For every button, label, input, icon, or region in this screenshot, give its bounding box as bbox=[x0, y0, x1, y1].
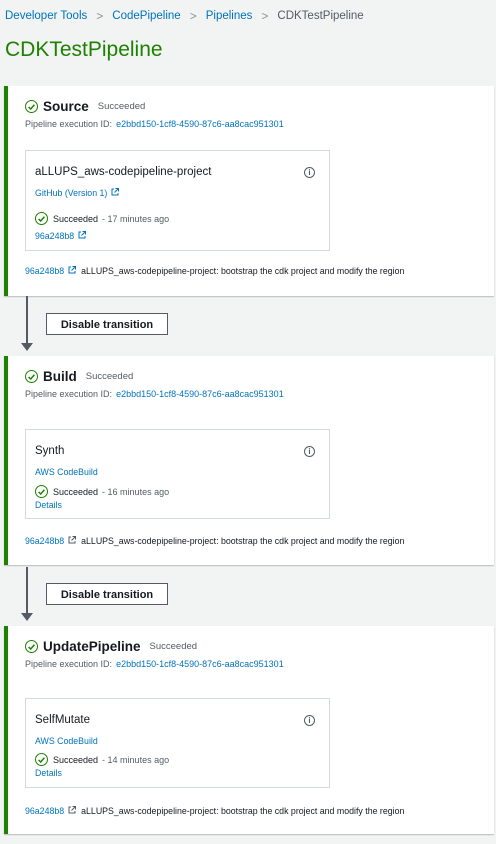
breadcrumb-developer-tools[interactable]: Developer Tools bbox=[5, 10, 87, 22]
arrow-down-icon bbox=[21, 613, 33, 621]
success-check-icon bbox=[25, 100, 38, 113]
stage-status: Succeeded bbox=[85, 371, 134, 382]
action-time: - 14 minutes ago bbox=[102, 754, 170, 765]
action-status-text: Succeeded bbox=[53, 754, 99, 765]
page-title: CDKTestPipeline bbox=[5, 38, 163, 61]
commit-summary: 96a248b8 aLLUPS_aws-codepipeline-project… bbox=[25, 536, 404, 546]
action-status: Succeeded - 17 minutes ago bbox=[35, 212, 169, 225]
breadcrumb-separator: > bbox=[96, 9, 104, 23]
commit-summary: 96a248b8 aLLUPS_aws-codepipeline-project… bbox=[25, 806, 404, 816]
stage-updatepipeline: UpdatePipeline Succeeded Pipeline execut… bbox=[4, 626, 494, 834]
action-card: SelfMutate i AWS CodeBuild Succeeded - 1… bbox=[25, 698, 330, 788]
success-check-icon bbox=[25, 640, 38, 653]
action-card: aLLUPS_aws-codepipeline-project i GitHub… bbox=[25, 150, 330, 251]
breadcrumb-current-pipeline: CDKTestPipeline bbox=[277, 10, 364, 22]
commit-message: aLLUPS_aws-codepipeline-project: bootstr… bbox=[81, 266, 405, 276]
action-provider-link[interactable]: GitHub (Version 1) bbox=[35, 188, 120, 198]
breadcrumb-separator: > bbox=[189, 9, 197, 23]
arrow-down-icon bbox=[21, 343, 33, 351]
commit-id-link[interactable]: 96a248b8 bbox=[25, 806, 64, 816]
success-check-icon bbox=[35, 753, 48, 766]
action-status: Succeeded - 16 minutes ago bbox=[35, 485, 169, 498]
action-name: aLLUPS_aws-codepipeline-project bbox=[35, 166, 212, 178]
provider-label: AWS CodeBuild bbox=[35, 736, 98, 746]
execution-id-link[interactable]: e2bbd150-1cf8-4590-87c6-aa8cac951301 bbox=[116, 659, 284, 669]
stage-status: Succeeded bbox=[97, 101, 146, 112]
action-name: Synth bbox=[35, 445, 65, 457]
pipeline-execution-id: Pipeline execution ID: e2bbd150-1cf8-4590… bbox=[25, 119, 284, 129]
action-commit-link[interactable]: 96a248b8 bbox=[35, 231, 87, 241]
execution-id-label: Pipeline execution ID: bbox=[25, 659, 113, 669]
action-time: - 16 minutes ago bbox=[102, 486, 170, 497]
pipeline-execution-id: Pipeline execution ID: e2bbd150-1cf8-4590… bbox=[25, 659, 284, 669]
action-provider-link[interactable]: AWS CodeBuild bbox=[35, 736, 98, 746]
commit-summary: 96a248b8 aLLUPS_aws-codepipeline-project… bbox=[25, 266, 404, 276]
action-details-link[interactable]: Details bbox=[35, 500, 62, 510]
stage-name: Build bbox=[43, 369, 77, 384]
action-name: SelfMutate bbox=[35, 714, 90, 726]
stage-header: Build Succeeded bbox=[25, 369, 133, 384]
action-card: Synth i AWS CodeBuild Succeeded - 16 min… bbox=[25, 429, 330, 519]
info-icon[interactable]: i bbox=[304, 446, 315, 457]
action-time-value: 14 minutes ago bbox=[107, 754, 170, 765]
transition-arrow-line bbox=[26, 296, 28, 344]
provider-label: GitHub (Version 1) bbox=[35, 188, 108, 198]
stage-transition: Disable transition bbox=[0, 296, 496, 356]
execution-id-label: Pipeline execution ID: bbox=[25, 119, 113, 129]
breadcrumb-codepipeline[interactable]: CodePipeline bbox=[112, 10, 180, 22]
action-status-text: Succeeded bbox=[53, 486, 99, 497]
external-link-icon[interactable] bbox=[68, 806, 77, 816]
disable-transition-button[interactable]: Disable transition bbox=[46, 583, 168, 605]
external-link-icon bbox=[78, 231, 87, 241]
commit-id-link[interactable]: 96a248b8 bbox=[25, 266, 64, 276]
action-status-text: Succeeded bbox=[53, 213, 99, 224]
success-check-icon bbox=[35, 212, 48, 225]
disable-transition-button[interactable]: Disable transition bbox=[46, 313, 168, 335]
action-link-label: 96a248b8 bbox=[35, 231, 75, 241]
breadcrumb: Developer Tools > CodePipeline > Pipelin… bbox=[5, 8, 364, 24]
external-link-icon bbox=[111, 188, 120, 198]
commit-id-link[interactable]: 96a248b8 bbox=[25, 536, 64, 546]
stage-transition: Disable transition bbox=[0, 565, 496, 626]
commit-message: aLLUPS_aws-codepipeline-project: bootstr… bbox=[81, 806, 405, 816]
pipeline-execution-id: Pipeline execution ID: e2bbd150-1cf8-4590… bbox=[25, 389, 284, 399]
breadcrumb-separator: > bbox=[261, 9, 269, 23]
stage-header: Source Succeeded bbox=[25, 99, 145, 114]
action-time: - 17 minutes ago bbox=[102, 213, 170, 224]
action-details-link[interactable]: Details bbox=[35, 768, 62, 778]
stage-build: Build Succeeded Pipeline execution ID: e2… bbox=[4, 356, 494, 565]
action-status: Succeeded - 14 minutes ago bbox=[35, 753, 169, 766]
stage-source: Source Succeeded Pipeline execution ID: e… bbox=[4, 86, 494, 296]
commit-message: aLLUPS_aws-codepipeline-project: bootstr… bbox=[81, 536, 405, 546]
transition-arrow-line bbox=[26, 567, 28, 614]
info-icon[interactable]: i bbox=[304, 167, 315, 178]
stage-name: Source bbox=[43, 99, 89, 114]
stage-header: UpdatePipeline Succeeded bbox=[25, 639, 197, 654]
stage-status: Succeeded bbox=[149, 641, 198, 652]
execution-id-link[interactable]: e2bbd150-1cf8-4590-87c6-aa8cac951301 bbox=[116, 119, 284, 129]
success-check-icon bbox=[25, 370, 38, 383]
execution-id-label: Pipeline execution ID: bbox=[25, 389, 113, 399]
action-time-value: 17 minutes ago bbox=[107, 213, 170, 224]
external-link-icon[interactable] bbox=[68, 536, 77, 546]
action-time-value: 16 minutes ago bbox=[107, 486, 170, 497]
action-provider-link[interactable]: AWS CodeBuild bbox=[35, 467, 98, 477]
provider-label: AWS CodeBuild bbox=[35, 467, 98, 477]
success-check-icon bbox=[35, 485, 48, 498]
execution-id-link[interactable]: e2bbd150-1cf8-4590-87c6-aa8cac951301 bbox=[116, 389, 284, 399]
breadcrumb-pipelines[interactable]: Pipelines bbox=[206, 10, 253, 22]
stage-name: UpdatePipeline bbox=[43, 639, 141, 654]
info-icon[interactable]: i bbox=[304, 715, 315, 726]
external-link-icon[interactable] bbox=[68, 266, 77, 276]
